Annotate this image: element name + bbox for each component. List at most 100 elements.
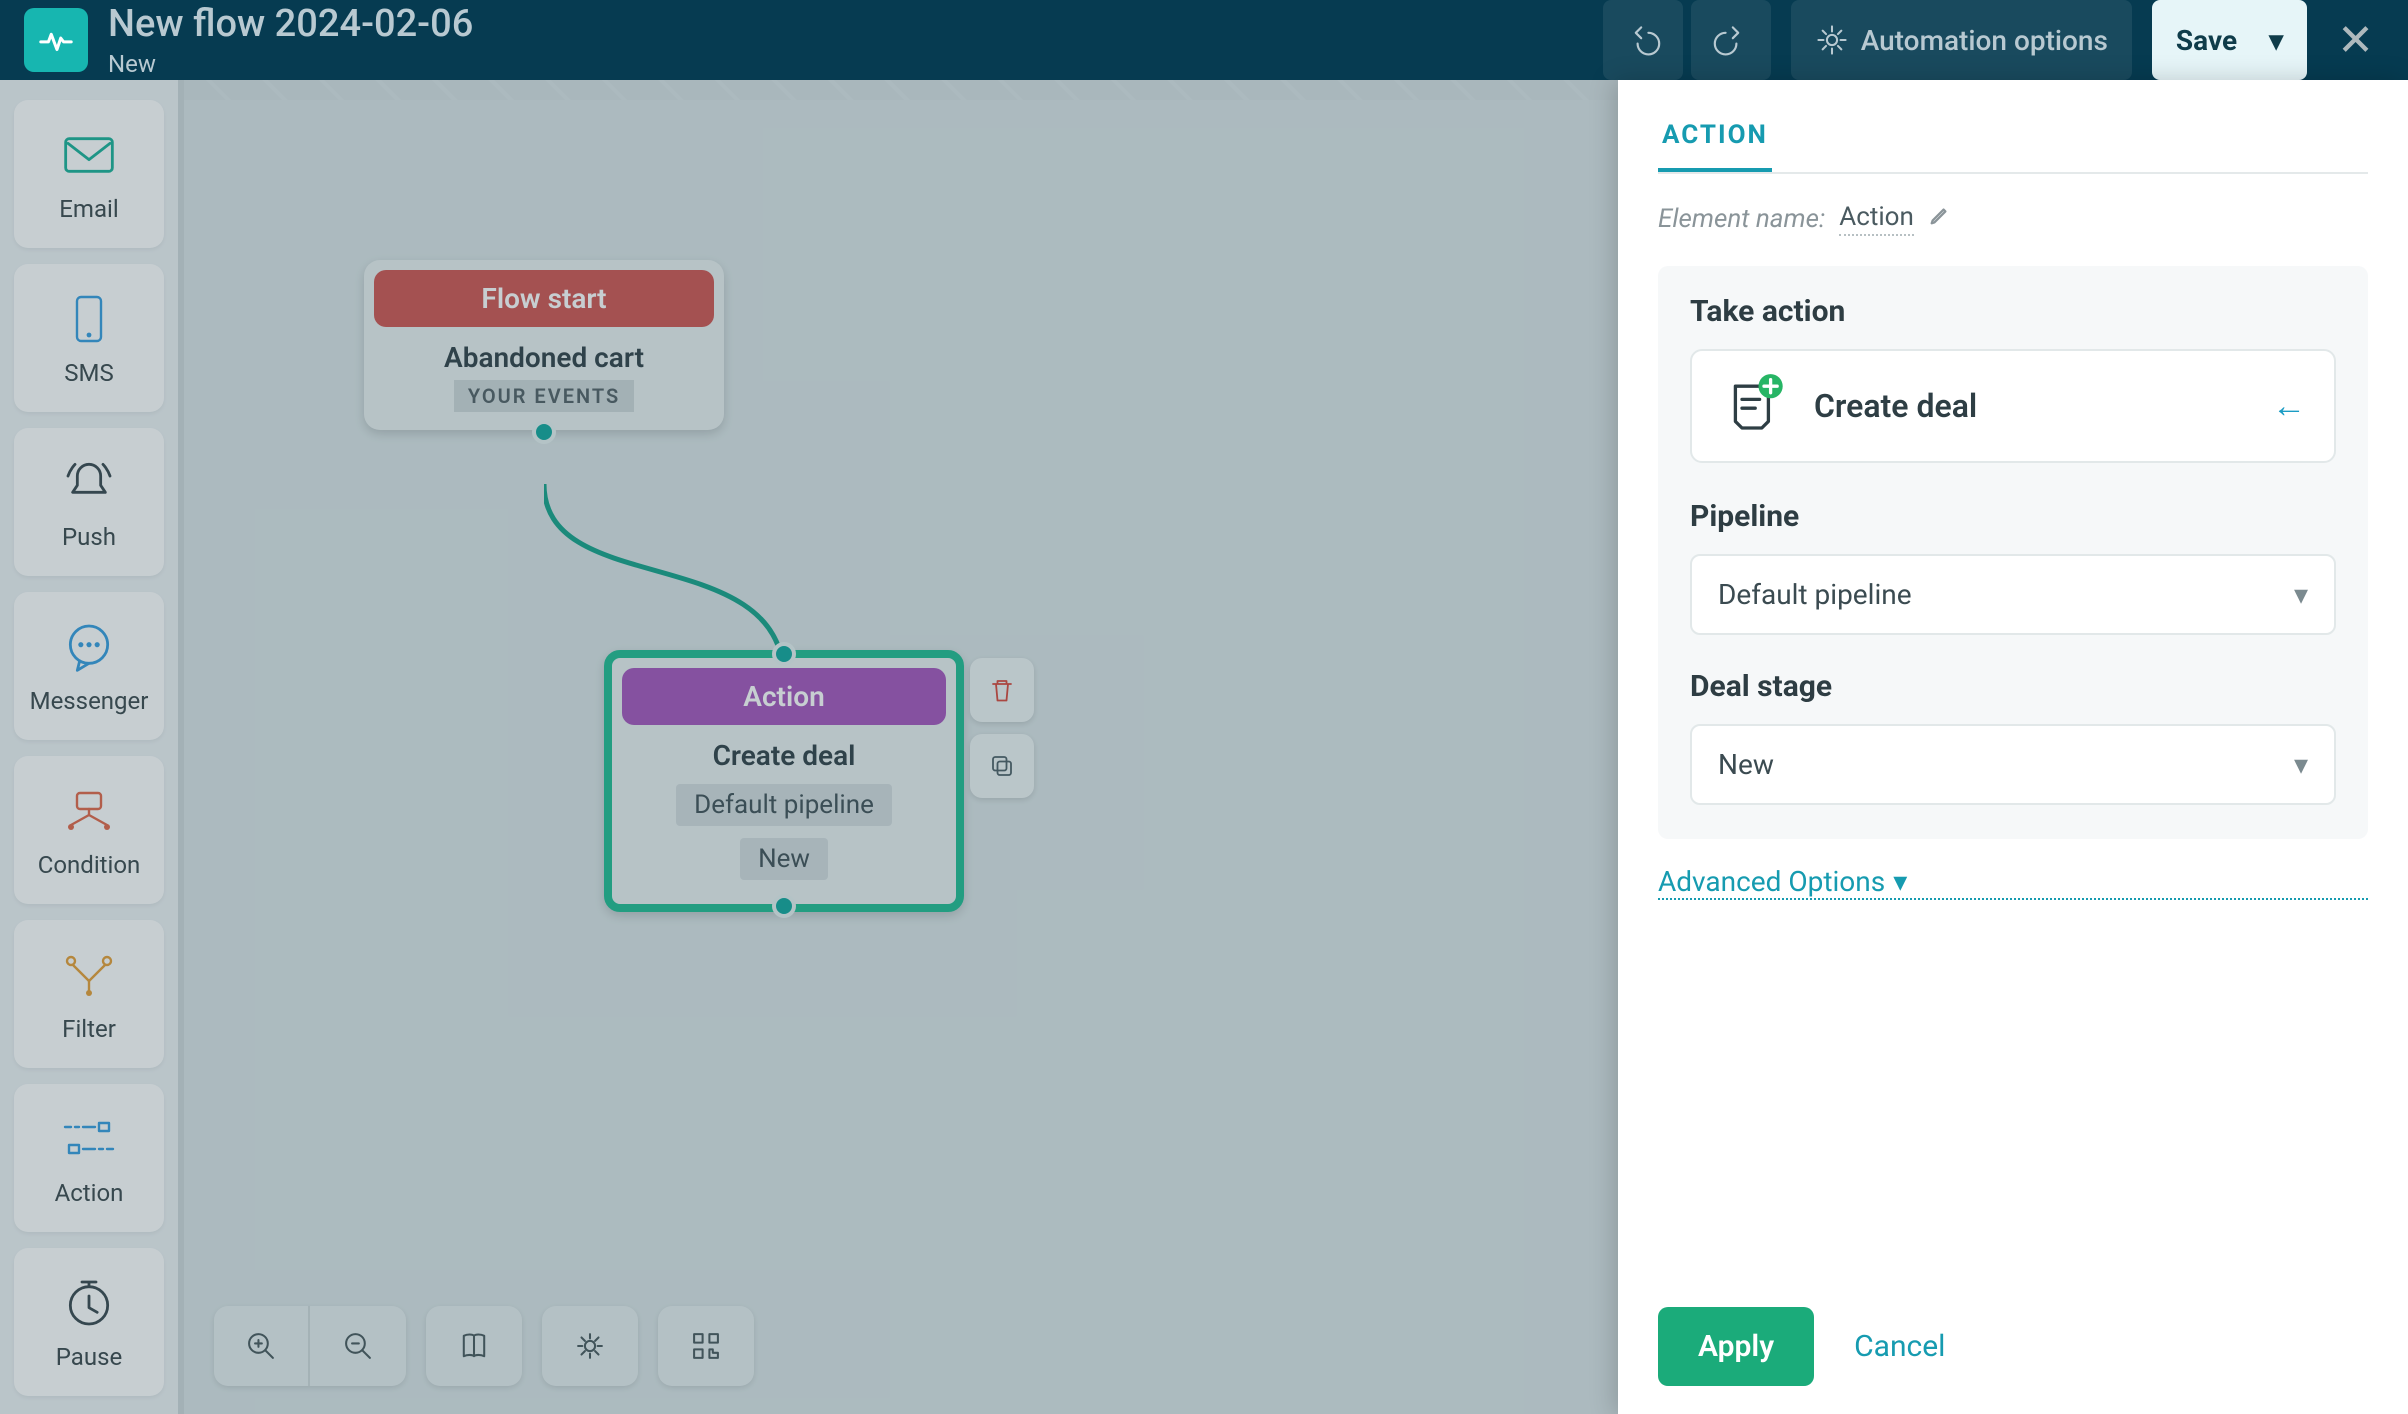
- arrow-left-icon: ←: [2272, 386, 2306, 426]
- palette-label: SMS: [64, 359, 113, 387]
- chevron-down-icon: ▾: [2269, 24, 2283, 57]
- edit-name-button[interactable]: [1928, 204, 1950, 234]
- deal-stage-label: Deal stage: [1690, 669, 2336, 704]
- node-header: Flow start: [374, 270, 714, 327]
- pipeline-label: Pipeline: [1690, 499, 2336, 534]
- docs-button[interactable]: [426, 1306, 522, 1386]
- palette-label: Action: [55, 1179, 124, 1207]
- node-toolbar: [970, 658, 1034, 798]
- element-name-value: Action: [1839, 202, 1914, 236]
- palette-label: Push: [62, 523, 116, 551]
- palette-label: Email: [59, 195, 118, 223]
- flow-status: New: [108, 50, 473, 78]
- brand-pulse-icon: [37, 21, 75, 59]
- node-chip-stage: New: [740, 838, 828, 880]
- save-button[interactable]: Save ▾: [2152, 0, 2307, 80]
- change-action-button[interactable]: ←: [2272, 386, 2306, 426]
- apply-button[interactable]: Apply: [1658, 1307, 1814, 1386]
- advanced-options-label: Advanced Options: [1658, 865, 1885, 898]
- apply-label: Apply: [1698, 1329, 1774, 1364]
- take-action-label: Take action: [1690, 294, 2336, 329]
- push-icon: [59, 453, 119, 513]
- copy-icon: [987, 751, 1017, 781]
- element-name-label: Element name:: [1658, 204, 1825, 234]
- redo-icon: [1713, 22, 1749, 58]
- palette-item-filter[interactable]: Filter: [14, 920, 164, 1068]
- book-icon: [457, 1329, 491, 1363]
- chevron-down-icon: ▾: [2294, 748, 2308, 781]
- palette-item-messenger[interactable]: Messenger: [14, 592, 164, 740]
- node-flow-start[interactable]: Flow start Abandoned cart YOUR EVENTS: [364, 260, 724, 430]
- advanced-options-toggle[interactable]: Advanced Options ▾: [1658, 865, 2368, 900]
- deal-stage-select[interactable]: New ▾: [1690, 724, 2336, 805]
- panel-footer: Apply Cancel: [1658, 1287, 2368, 1386]
- selected-action-card[interactable]: Create deal ←: [1690, 349, 2336, 463]
- gear-icon: [573, 1329, 607, 1363]
- action-icon: [59, 1109, 119, 1169]
- node-header: Action: [622, 668, 946, 725]
- chevron-down-icon: ▾: [1893, 865, 1907, 898]
- zoom-in-button[interactable]: [214, 1306, 310, 1386]
- pencil-icon: [1928, 205, 1950, 227]
- save-label: Save: [2176, 24, 2237, 57]
- automation-options-button[interactable]: Automation options: [1791, 0, 2132, 80]
- palette-item-sms[interactable]: SMS: [14, 264, 164, 412]
- palette-item-condition[interactable]: Condition: [14, 756, 164, 904]
- palette-item-action[interactable]: Action: [14, 1084, 164, 1232]
- main: Email SMS Push Messenger Condition: [0, 80, 2408, 1414]
- flow-title: New flow 2024-02-06: [108, 2, 473, 46]
- palette-item-pause[interactable]: Pause: [14, 1248, 164, 1396]
- palette-label: Filter: [62, 1015, 116, 1043]
- app-header: New flow 2024-02-06 New Automation optio…: [0, 0, 2408, 80]
- email-icon: [59, 125, 119, 185]
- node-duplicate-button[interactable]: [970, 734, 1034, 798]
- filter-icon: [59, 945, 119, 1005]
- node-output-port[interactable]: [532, 420, 556, 444]
- node-chip-pipeline: Default pipeline: [676, 784, 892, 826]
- panel-tabs: ACTION: [1658, 120, 2368, 174]
- node-title: Abandoned cart: [364, 341, 724, 374]
- cancel-button[interactable]: Cancel: [1854, 1329, 1945, 1364]
- close-button[interactable]: ✕: [2327, 0, 2384, 80]
- palette-label: Messenger: [30, 687, 149, 715]
- settings-button[interactable]: [542, 1306, 638, 1386]
- action-title: Create deal: [1814, 387, 2244, 425]
- trash-icon: [987, 675, 1017, 705]
- undo-button[interactable]: [1603, 0, 1683, 80]
- deal-stage-value: New: [1718, 748, 1774, 781]
- zoom-in-icon: [244, 1329, 278, 1363]
- pipeline-value: Default pipeline: [1718, 578, 1912, 611]
- node-input-port[interactable]: [772, 642, 796, 666]
- zoom-out-icon: [341, 1329, 375, 1363]
- redo-button[interactable]: [1691, 0, 1771, 80]
- tab-action[interactable]: ACTION: [1658, 120, 1772, 172]
- pause-icon: [59, 1273, 119, 1333]
- gear-icon: [1815, 23, 1849, 57]
- minimap-button[interactable]: [658, 1306, 754, 1386]
- automation-options-label: Automation options: [1861, 24, 2108, 57]
- zoom-out-button[interactable]: [310, 1306, 406, 1386]
- chevron-down-icon: ▾: [2294, 578, 2308, 611]
- palette-label: Pause: [56, 1343, 122, 1371]
- properties-panel: ACTION Element name: Action Take action …: [1618, 80, 2408, 1414]
- cancel-label: Cancel: [1854, 1329, 1945, 1364]
- messenger-icon: [59, 617, 119, 677]
- brand-logo: [24, 8, 88, 72]
- palette-item-push[interactable]: Push: [14, 428, 164, 576]
- node-delete-button[interactable]: [970, 658, 1034, 722]
- condition-icon: [59, 781, 119, 841]
- node-output-port[interactable]: [772, 894, 796, 918]
- undo-redo-group: [1603, 0, 1771, 80]
- node-palette: Email SMS Push Messenger Condition: [0, 80, 184, 1414]
- action-form: Take action Create deal ← Pipeline Defau…: [1658, 266, 2368, 839]
- node-action[interactable]: Action Create deal Default pipeline New: [604, 650, 964, 912]
- node-badge: YOUR EVENTS: [454, 380, 634, 412]
- palette-label: Condition: [38, 851, 141, 879]
- node-title: Create deal: [612, 739, 956, 772]
- pipeline-select[interactable]: Default pipeline ▾: [1690, 554, 2336, 635]
- sms-icon: [59, 289, 119, 349]
- create-deal-icon: [1720, 373, 1786, 439]
- canvas-toolbar: [214, 1306, 754, 1386]
- qr-icon: [689, 1329, 723, 1363]
- palette-item-email[interactable]: Email: [14, 100, 164, 248]
